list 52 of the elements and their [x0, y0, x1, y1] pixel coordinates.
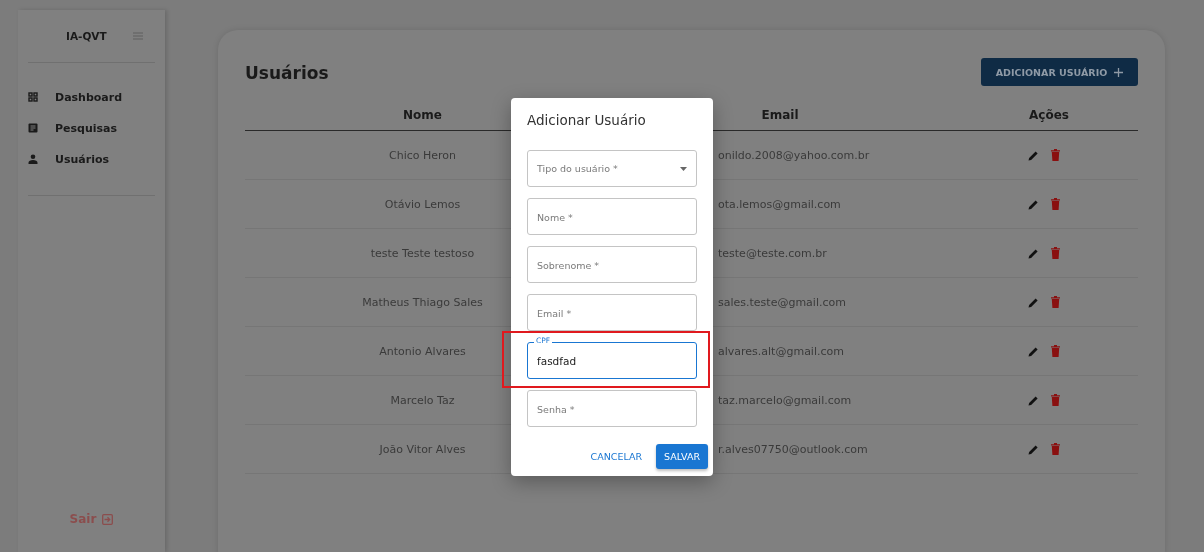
edit-icon[interactable] [1028, 345, 1039, 357]
cancel-button[interactable]: CANCELAR [582, 444, 651, 469]
edit-icon[interactable] [1028, 394, 1039, 406]
edit-icon[interactable] [1028, 443, 1039, 455]
nav-item[interactable]: Usuários [28, 150, 155, 168]
nav-item[interactable]: Dashboard [28, 88, 155, 106]
column-header: Ações [1029, 108, 1069, 122]
table-cell-text: r.alves07750@outlook.com [717, 442, 869, 456]
table-cell-text: João Vitor Alves [378, 442, 467, 456]
delete-icon[interactable] [1051, 394, 1060, 406]
user-type-select[interactable]: Tipo do usuário * [527, 150, 697, 187]
page-title: Usuários [245, 63, 329, 83]
table-cell-text: alvares.alt@gmail.com [717, 344, 845, 358]
edit-icon[interactable] [1028, 296, 1039, 308]
add-user-button[interactable]: ADICIONAR USUÁRIO [981, 58, 1138, 86]
delete-icon[interactable] [1051, 443, 1060, 455]
table-cell-text: teste@teste.com.br [717, 246, 828, 260]
delete-icon[interactable] [1051, 198, 1060, 210]
input-field[interactable]: Sobrenome * [527, 246, 697, 283]
table-cell-text: Chico Heron [388, 148, 457, 162]
dropdown-caret-icon [680, 166, 687, 171]
input-field[interactable]: fasdfad [527, 342, 697, 379]
table-cell-text: onildo.2008@yahoo.com.br [717, 148, 871, 162]
column-header: Nome [403, 108, 442, 122]
table-cell-text: Otávio Lemos [383, 197, 462, 211]
table-cell-text: Antonio Alvares [378, 344, 467, 358]
table-cell-text: ota.lemos@gmail.com [717, 197, 842, 211]
table-cell-text: sales.teste@gmail.com [717, 295, 847, 309]
table-cell-text: taz.marcelo@gmail.com [717, 393, 853, 407]
exit-icon [102, 513, 114, 525]
delete-icon[interactable] [1051, 296, 1060, 308]
nav-item[interactable]: Pesquisas [28, 119, 155, 137]
column-header: Email [761, 108, 799, 122]
delete-icon[interactable] [1051, 345, 1060, 357]
document-icon [28, 123, 38, 133]
person-icon [28, 154, 38, 164]
input-field[interactable]: Email * [527, 294, 697, 331]
table-cell-text: Marcelo Taz [389, 393, 456, 407]
delete-icon[interactable] [1051, 247, 1060, 259]
edit-icon[interactable] [1028, 247, 1039, 259]
plus-icon [1114, 67, 1124, 77]
edit-icon[interactable] [1028, 198, 1039, 210]
brand-title: IA-QVT [66, 30, 107, 42]
grid-icon [28, 92, 38, 102]
input-field[interactable]: Nome * [527, 198, 697, 235]
delete-icon[interactable] [1051, 149, 1060, 161]
table-cell-text: teste Teste testoso [369, 246, 476, 260]
save-button[interactable]: SALVAR [656, 444, 708, 469]
table-cell-text: Matheus Thiago Sales [361, 295, 484, 309]
edit-icon[interactable] [1028, 149, 1039, 161]
input-field[interactable]: Senha * [527, 390, 697, 427]
dialog-title: Adicionar Usuário [527, 112, 647, 128]
